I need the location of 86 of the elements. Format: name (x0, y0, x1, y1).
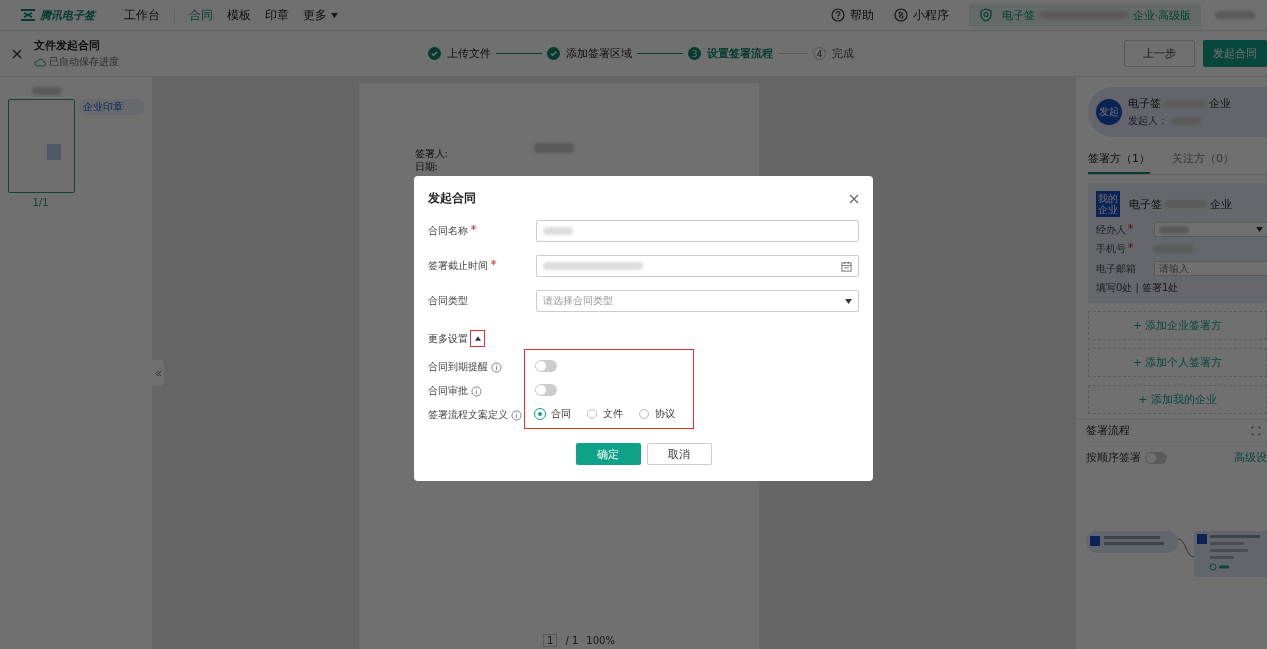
shield-icon (978, 8, 993, 22)
submit-contract-button[interactable]: 发起合同 (1203, 40, 1267, 67)
close-icon[interactable] (12, 48, 22, 59)
sequential-label: 按顺序签署 (1086, 450, 1141, 465)
step: 3 设置签署流程 (688, 46, 773, 61)
calendar-icon (841, 260, 852, 272)
info-icon (511, 409, 522, 421)
date-field[interactable] (536, 255, 859, 277)
confirm-button[interactable]: 确定 (575, 443, 641, 465)
field-label: 电子邮箱 (1096, 261, 1136, 276)
mini-program-link[interactable]: 小程序 (912, 6, 949, 24)
required-icon (1128, 223, 1133, 229)
signer-badge: 我的企业 (1096, 191, 1120, 217)
field-label: 经办人 (1096, 222, 1126, 237)
cancel-button[interactable]: 取消 (646, 443, 712, 465)
tab[interactable]: 签署方（1） (1088, 151, 1150, 174)
check-icon (549, 49, 558, 58)
add-signer-button[interactable]: + 添加我的企业 (1088, 385, 1267, 414)
caret-icon (331, 12, 338, 18)
dialog-title: 发起合同 (428, 190, 476, 207)
page-total: / 1 (565, 635, 579, 646)
page-title: 文件发起合同 (34, 38, 101, 53)
step: 上传文件 (428, 46, 491, 61)
autosave-status: 已自动保存进度 (49, 55, 119, 69)
field-label: 合同名称 (428, 224, 468, 238)
org-name-prefix: 电子签 (1128, 96, 1161, 111)
select-field[interactable] (1154, 222, 1267, 237)
initiator-label: 发起人： (1128, 114, 1168, 128)
initiator-badge: 发起 (1096, 99, 1122, 125)
setting-label: 合同到期提醒 (428, 360, 488, 374)
seal-tag[interactable]: 企业印章 (79, 99, 144, 115)
collapse-handle[interactable] (152, 360, 164, 386)
nav-item[interactable]: 合同 (189, 0, 213, 30)
help-icon[interactable] (830, 8, 845, 22)
org-name-suffix: 企业 (1210, 196, 1232, 212)
expand-toggle-icon[interactable] (470, 330, 485, 347)
required-icon (471, 225, 476, 230)
field-label: 手机号 (1096, 242, 1126, 256)
page-thumbnail[interactable] (8, 99, 75, 193)
radio-option[interactable]: 协议 (639, 407, 675, 421)
org-name-prefix: 电子签 (1129, 196, 1162, 212)
expand-icon[interactable] (1251, 425, 1261, 436)
document-field-label: 日期: (414, 160, 439, 173)
add-signer-button[interactable]: + 添加企业签署方 (1088, 311, 1267, 340)
nav-item[interactable]: 工作台 (124, 0, 160, 30)
info-icon (491, 361, 502, 373)
document-field-label: 签署人: (414, 147, 448, 160)
step: 4 完成 (813, 46, 854, 61)
setting-label: 签署流程文案定义 (428, 408, 508, 422)
page-label: 1/1 (31, 197, 50, 208)
more-settings-label: 更多设置 (428, 331, 468, 346)
field-label: 合同类型 (428, 294, 468, 308)
cloud-icon (34, 57, 46, 67)
summary-text: 填写0处 | 签署1处 (1096, 281, 1180, 295)
org-plan: 企业·高级版 (1132, 7, 1191, 23)
radio-option[interactable]: 合同 (535, 407, 571, 421)
close-icon[interactable] (849, 193, 859, 204)
logo-icon (20, 9, 36, 21)
input-field[interactable] (536, 220, 859, 242)
caret-icon (1256, 227, 1263, 232)
nav-item[interactable]: 印章 (265, 0, 289, 30)
advanced-settings-link[interactable]: 高级设 (1234, 450, 1267, 465)
toggle-switch[interactable] (535, 360, 557, 372)
add-signer-button[interactable]: + 添加个人签署方 (1088, 348, 1267, 377)
nav-item[interactable]: 模板 (227, 0, 251, 30)
org-switcher[interactable]: 电子签 企业·高级版 (968, 3, 1201, 27)
check-icon (430, 49, 439, 58)
field-label: 签署截止时间 (428, 259, 488, 273)
logo-text: 腾讯电子签 (40, 7, 95, 23)
caret-icon (845, 298, 852, 304)
select-field[interactable]: 请选择合同类型 (536, 290, 859, 312)
org-name-suffix: 企业 (1209, 96, 1231, 111)
help-link[interactable]: 帮助 (849, 6, 874, 24)
required-icon (491, 260, 496, 265)
info-icon (471, 385, 482, 397)
flow-title: 签署流程 (1086, 423, 1130, 438)
toggle-switch[interactable] (535, 384, 557, 396)
org-name-prefix: 电子签 (1001, 7, 1035, 23)
required-icon (1128, 243, 1133, 248)
step: 添加签署区域 (547, 46, 632, 61)
setting-label: 合同审批 (428, 384, 468, 398)
page-input[interactable]: 1 (543, 634, 558, 647)
zoom-level: 100% (586, 635, 615, 646)
link-icon[interactable] (893, 8, 908, 22)
previous-step-button[interactable]: 上一步 (1124, 40, 1195, 67)
radio-option[interactable]: 文件 (587, 407, 623, 421)
